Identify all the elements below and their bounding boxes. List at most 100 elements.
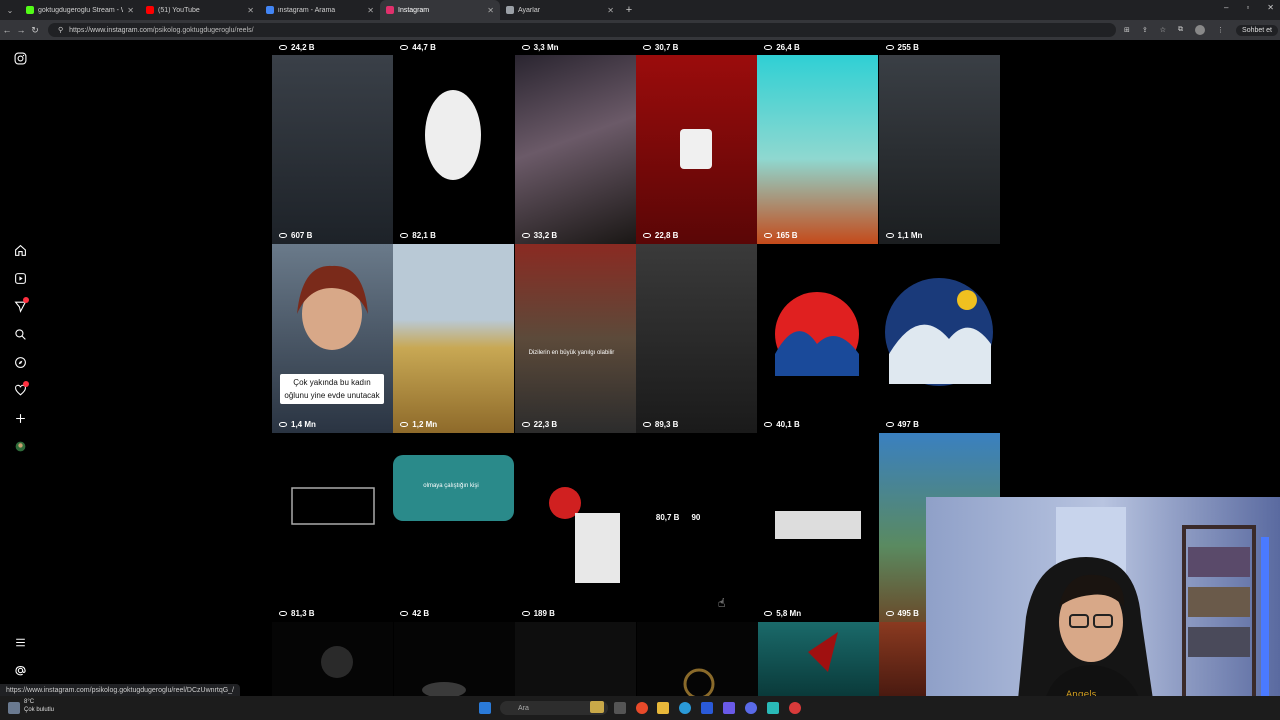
reel-view-count: 22,8 B [642, 231, 678, 240]
webcam-overlay: Angels [926, 497, 1280, 720]
reel-thumbnail-partial[interactable] [272, 622, 393, 696]
reel-thumbnail-partial[interactable] [758, 622, 879, 696]
reels-icon[interactable] [12, 270, 28, 286]
chrome-icon[interactable] [636, 702, 648, 714]
url-bar[interactable]: ⚲ https://www.instagram.com/psikolog.gok… [48, 23, 1116, 37]
discord-icon[interactable] [745, 702, 757, 714]
extensions-icon[interactable]: ⧉ [1178, 26, 1183, 34]
reload-icon[interactable]: ↻ [28, 25, 42, 36]
statue-artwork [425, 90, 482, 180]
manga-artwork [775, 511, 862, 539]
tab-close-icon[interactable]: ✕ [487, 6, 494, 15]
tab-title: goktugdugeroglu Stream - Watch [38, 6, 123, 14]
eye-icon [279, 233, 287, 238]
reel-caption: Dizilerin en büyük yanılgı olabilir [528, 350, 615, 356]
weather-widget[interactable]: 8°C Çok bulutlu [24, 698, 54, 714]
site-info-icon[interactable]: ⚲ [58, 26, 63, 34]
edge-icon[interactable] [679, 702, 691, 714]
obs-icon[interactable] [789, 702, 801, 714]
menu-icon[interactable] [12, 634, 28, 650]
threads-icon[interactable] [12, 662, 28, 678]
reel-thumbnail[interactable]: 33,2 B [514, 55, 636, 244]
reel-thumbnail[interactable]: 22,8 B [635, 55, 757, 244]
tab-search-icon[interactable]: ⌄ [0, 6, 20, 15]
install-app-icon[interactable]: ⊞ [1124, 26, 1130, 34]
store-icon[interactable] [701, 702, 713, 714]
instagram-sidebar [0, 40, 40, 696]
eye-icon [764, 422, 773, 427]
browser-profile-avatar[interactable] [1195, 25, 1206, 35]
browser-tab[interactable]: instagram - Arama ✕ [260, 0, 380, 20]
likes-count: 80,7 B [655, 513, 680, 522]
eye-icon [521, 44, 530, 50]
forward-icon[interactable]: → [14, 25, 28, 35]
tab-close-icon[interactable]: ✕ [127, 6, 134, 15]
reel-thumbnail[interactable]: 5,8 Mn [757, 433, 879, 622]
minimize-icon[interactable]: – [1224, 3, 1228, 12]
messages-icon[interactable] [12, 297, 29, 314]
search-icon[interactable] [12, 326, 28, 342]
window-controls: – ▫ ✕ [1224, 3, 1274, 12]
eye-icon [642, 422, 651, 427]
tab-close-icon[interactable]: ✕ [247, 6, 254, 15]
browser-tab[interactable]: goktugdugeroglu Stream - Watch ✕ [20, 0, 140, 20]
create-icon[interactable] [12, 410, 28, 426]
home-icon[interactable] [12, 242, 28, 258]
reel-thumbnail[interactable]: 1,2 Mn [393, 244, 515, 433]
reel-thumbnail-partial[interactable] [515, 622, 636, 696]
app-icon-2[interactable] [767, 702, 779, 714]
file-explorer-icon[interactable] [657, 702, 669, 714]
browser-tab-bar: ⌄ goktugdugeroglu Stream - Watch✕(51) Yo… [0, 0, 1280, 20]
tab-favicon-icon [146, 6, 154, 14]
eye-icon [885, 422, 894, 427]
reel-thumbnail[interactable]: 82,1 B [393, 55, 515, 244]
eye-icon [885, 233, 894, 238]
browser-menu-icon[interactable]: ⋮ [1217, 26, 1224, 34]
tab-close-icon[interactable]: ✕ [367, 6, 374, 15]
app-icon[interactable] [723, 702, 735, 714]
windows-taskbar: 8°C Çok bulutlu Ara [0, 696, 1280, 720]
copilot-icon[interactable] [590, 701, 604, 713]
reel-thumbnail[interactable]: 89,3 B [635, 244, 757, 433]
back-icon[interactable]: ← [0, 25, 14, 35]
task-view-icon[interactable] [614, 702, 626, 714]
browser-tab[interactable]: Instagram ✕ [380, 0, 500, 20]
new-tab-button[interactable]: + [620, 4, 638, 16]
reel-thumbnail[interactable]: 1,1 Mn [878, 55, 1000, 244]
browser-tab[interactable]: Ayarlar ✕ [500, 0, 620, 20]
reel-thumbnail[interactable]: 81,3 B [272, 433, 393, 622]
close-window-icon[interactable]: ✕ [1267, 3, 1274, 12]
reel-thumbnail[interactable]: 40,1 B [757, 244, 879, 433]
browser-tab[interactable]: (51) YouTube ✕ [140, 0, 260, 20]
tab-close-icon[interactable]: ✕ [607, 6, 614, 15]
copilot-chat-button[interactable]: Sohbet et [1236, 24, 1278, 36]
reel-thumbnail[interactable]: olmaya çalıştığın kişi 42 B [393, 433, 515, 622]
eye-icon [764, 611, 773, 616]
reel-thumbnail[interactable]: 165 B [757, 55, 879, 244]
share-icon[interactable]: ⇪ [1142, 26, 1148, 34]
reel-thumbnail[interactable]: 189 B [514, 433, 636, 622]
reel-thumbnail-partial[interactable] [394, 622, 515, 696]
reel-view-count: 1,4 Mn [279, 420, 316, 429]
reel-thumbnail[interactable]: 607 B [272, 55, 393, 244]
url-host: https://www.instagram.com [69, 26, 153, 34]
bookmark-star-icon[interactable]: ☆ [1160, 26, 1166, 34]
reel-thumbnail-partial[interactable] [637, 622, 758, 696]
maximize-icon[interactable]: ▫ [1246, 3, 1249, 12]
reel-view-count: 495 B [885, 609, 919, 618]
reel-view-count: 1,1 Mn [885, 231, 922, 240]
reel-thumbnail[interactable]: 497 B [878, 244, 1000, 433]
explore-icon[interactable] [12, 354, 28, 370]
reel-thumbnail[interactable]: Dizilerin en büyük yanılgı olabilir 22,3 … [514, 244, 636, 433]
reel-thumbnail[interactable]: Çok yakında bu kadın oğlunu yine evde un… [272, 244, 393, 433]
profile-icon[interactable] [12, 438, 28, 454]
start-icon[interactable] [479, 702, 491, 714]
reel-view-count: 607 B [279, 231, 312, 240]
reel-thumbnail[interactable]: 80,7 B 90 [635, 433, 757, 622]
streamer-webcam-image: Angels [926, 497, 1280, 720]
notifications-icon[interactable] [12, 381, 29, 398]
instagram-logo-icon[interactable] [12, 50, 28, 66]
reel-view-count: 81,3 B [279, 609, 315, 618]
eye-icon [279, 422, 287, 427]
eye-icon [400, 44, 409, 50]
